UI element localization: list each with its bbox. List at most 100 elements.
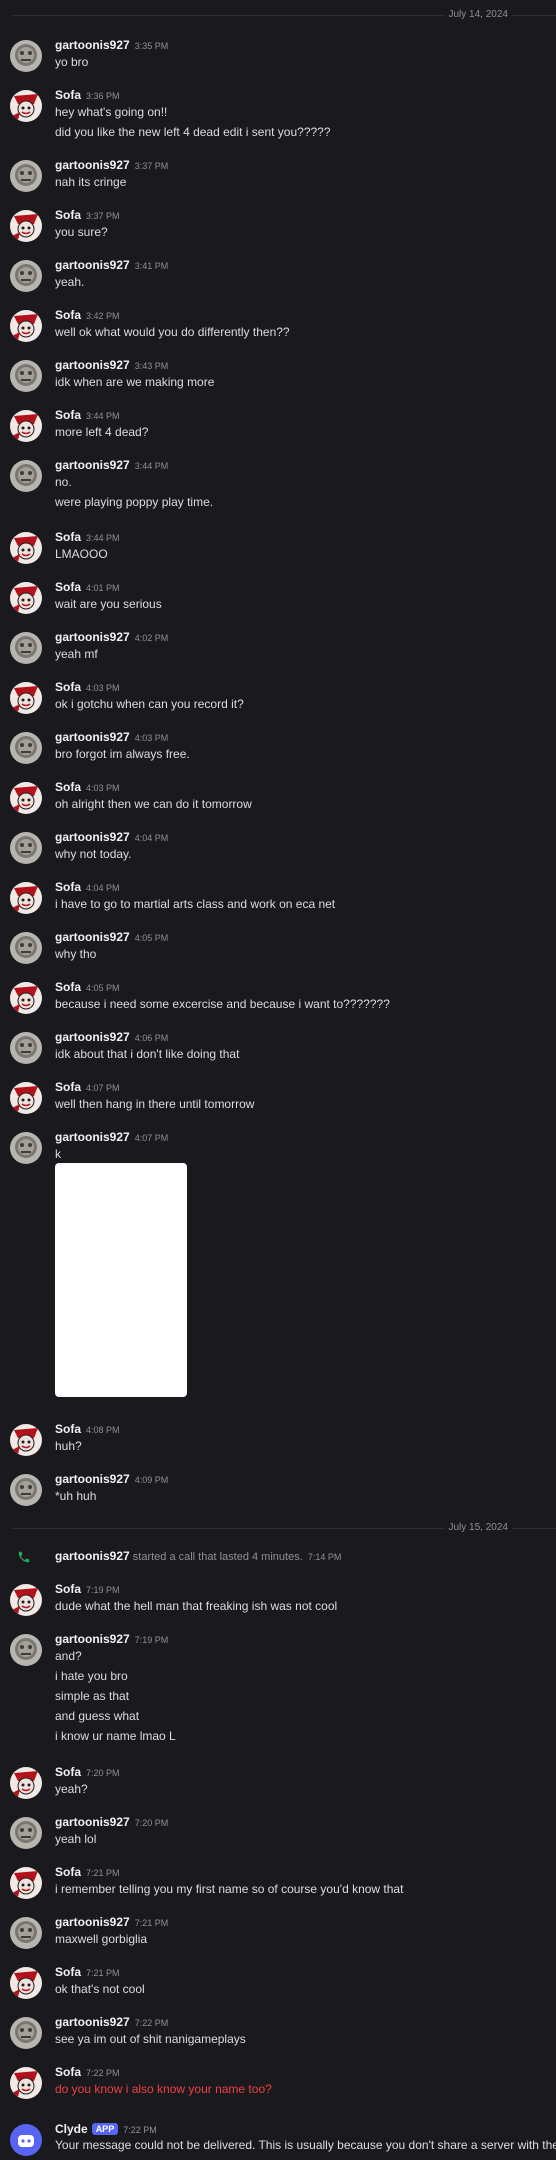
avatar[interactable] bbox=[10, 90, 42, 122]
username[interactable]: gartoonis927 bbox=[55, 1915, 130, 1929]
avatar[interactable] bbox=[10, 2067, 42, 2099]
avatar[interactable] bbox=[10, 160, 42, 192]
username[interactable]: Sofa bbox=[55, 88, 81, 102]
username[interactable]: Sofa bbox=[55, 1865, 81, 1879]
username[interactable]: Sofa bbox=[55, 880, 81, 894]
avatar[interactable] bbox=[10, 1867, 42, 1899]
avatar[interactable] bbox=[10, 582, 42, 614]
username[interactable]: Sofa bbox=[55, 1765, 81, 1779]
message-header: gartoonis927 7:19 PM bbox=[55, 1632, 168, 1647]
avatar[interactable] bbox=[10, 1767, 42, 1799]
username[interactable]: gartoonis927 bbox=[55, 358, 130, 372]
timestamp: 4:07 PM bbox=[134, 1133, 169, 1143]
image-attachment[interactable] bbox=[55, 1163, 187, 1397]
username[interactable]: Clyde bbox=[55, 2122, 88, 2136]
avatar[interactable] bbox=[10, 310, 42, 342]
message-text: idk when are we making more bbox=[55, 375, 215, 389]
username[interactable]: Sofa bbox=[55, 780, 81, 794]
avatar[interactable] bbox=[10, 410, 42, 442]
avatar[interactable] bbox=[10, 1917, 42, 1949]
avatar[interactable] bbox=[10, 1082, 42, 1114]
message-header: Sofa 4:03 PM bbox=[55, 680, 120, 695]
avatar[interactable] bbox=[10, 360, 42, 392]
message-text: wait are you serious bbox=[55, 597, 162, 611]
message-text: maxwell gorbiglia bbox=[55, 1932, 148, 1946]
call-user-name[interactable]: gartoonis927 bbox=[55, 1549, 130, 1563]
avatar[interactable] bbox=[10, 932, 42, 964]
avatar[interactable] bbox=[10, 882, 42, 914]
avatar[interactable] bbox=[10, 832, 42, 864]
message-header: Sofa 4:07 PM bbox=[55, 1080, 120, 1095]
avatar[interactable] bbox=[10, 460, 42, 492]
username[interactable]: gartoonis927 bbox=[55, 2015, 130, 2029]
username[interactable]: gartoonis927 bbox=[55, 930, 130, 944]
username[interactable]: Sofa bbox=[55, 1965, 81, 1979]
username[interactable]: gartoonis927 bbox=[55, 830, 130, 844]
username[interactable]: gartoonis927 bbox=[55, 1472, 130, 1486]
username[interactable]: gartoonis927 bbox=[55, 730, 130, 744]
username[interactable]: Sofa bbox=[55, 680, 81, 694]
message-text: i know ur name lmao L bbox=[55, 1729, 176, 1743]
username[interactable]: Sofa bbox=[55, 980, 81, 994]
avatar[interactable] bbox=[10, 2017, 42, 2049]
avatar[interactable] bbox=[10, 210, 42, 242]
message-text: yeah. bbox=[55, 275, 85, 289]
username[interactable]: Sofa bbox=[55, 1422, 81, 1436]
avatar[interactable] bbox=[10, 982, 42, 1014]
avatar[interactable] bbox=[10, 1032, 42, 1064]
username[interactable]: Sofa bbox=[55, 1080, 81, 1094]
message-header: gartoonis927 7:22 PM bbox=[55, 2015, 168, 2030]
message-header: Sofa 3:44 PM bbox=[55, 530, 120, 545]
avatar[interactable] bbox=[10, 732, 42, 764]
date-divider: July 14, 2024 bbox=[12, 9, 556, 21]
avatar[interactable] bbox=[10, 1817, 42, 1849]
timestamp: 3:42 PM bbox=[86, 311, 120, 321]
timestamp: 3:35 PM bbox=[134, 41, 169, 51]
message-text: why not today. bbox=[55, 847, 132, 861]
username[interactable]: Sofa bbox=[55, 308, 81, 322]
message-text: because i need some excercise and becaus… bbox=[55, 997, 390, 1011]
username[interactable]: gartoonis927 bbox=[55, 630, 130, 644]
message-text: ok i gotchu when can you record it? bbox=[55, 697, 244, 711]
username[interactable]: Sofa bbox=[55, 1582, 81, 1596]
username[interactable]: Sofa bbox=[55, 208, 81, 222]
timestamp: 7:22 PM bbox=[123, 2125, 157, 2135]
username[interactable]: Sofa bbox=[55, 580, 81, 594]
username[interactable]: Sofa bbox=[55, 530, 81, 544]
username[interactable]: gartoonis927 bbox=[55, 1632, 130, 1646]
avatar[interactable] bbox=[10, 260, 42, 292]
message-text: did you like the new left 4 dead edit i … bbox=[55, 125, 331, 139]
timestamp: 4:09 PM bbox=[134, 1475, 169, 1485]
username[interactable]: gartoonis927 bbox=[55, 1815, 130, 1829]
avatar[interactable] bbox=[10, 682, 42, 714]
message-header: Sofa 4:03 PM bbox=[55, 780, 120, 795]
timestamp: 3:43 PM bbox=[134, 361, 169, 371]
avatar[interactable] bbox=[10, 1132, 42, 1164]
username[interactable]: Sofa bbox=[55, 408, 81, 422]
timestamp: 4:02 PM bbox=[134, 633, 169, 643]
username[interactable]: gartoonis927 bbox=[55, 258, 130, 272]
message-header: gartoonis927 3:35 PM bbox=[55, 38, 168, 53]
username[interactable]: gartoonis927 bbox=[55, 1030, 130, 1044]
avatar[interactable] bbox=[10, 1967, 42, 1999]
avatar[interactable] bbox=[10, 1634, 42, 1666]
username[interactable]: gartoonis927 bbox=[55, 158, 130, 172]
avatar[interactable] bbox=[10, 632, 42, 664]
avatar[interactable] bbox=[10, 40, 42, 72]
avatar[interactable] bbox=[10, 2124, 42, 2156]
avatar[interactable] bbox=[10, 532, 42, 564]
avatar[interactable] bbox=[10, 782, 42, 814]
username[interactable]: gartoonis927 bbox=[55, 1130, 130, 1144]
username[interactable]: gartoonis927 bbox=[55, 38, 130, 52]
username[interactable]: Sofa bbox=[55, 2065, 81, 2079]
timestamp: 4:05 PM bbox=[134, 933, 169, 943]
username[interactable]: gartoonis927 bbox=[55, 458, 130, 472]
avatar[interactable] bbox=[10, 1584, 42, 1616]
message-header: Sofa 3:42 PM bbox=[55, 308, 120, 323]
message-text: bro forgot im always free. bbox=[55, 747, 190, 761]
avatar[interactable] bbox=[10, 1474, 42, 1506]
timestamp: 3:37 PM bbox=[134, 161, 169, 171]
message-header: gartoonis927 4:02 PM bbox=[55, 630, 168, 645]
avatar[interactable] bbox=[10, 1424, 42, 1456]
message-text: more left 4 dead? bbox=[55, 425, 149, 439]
